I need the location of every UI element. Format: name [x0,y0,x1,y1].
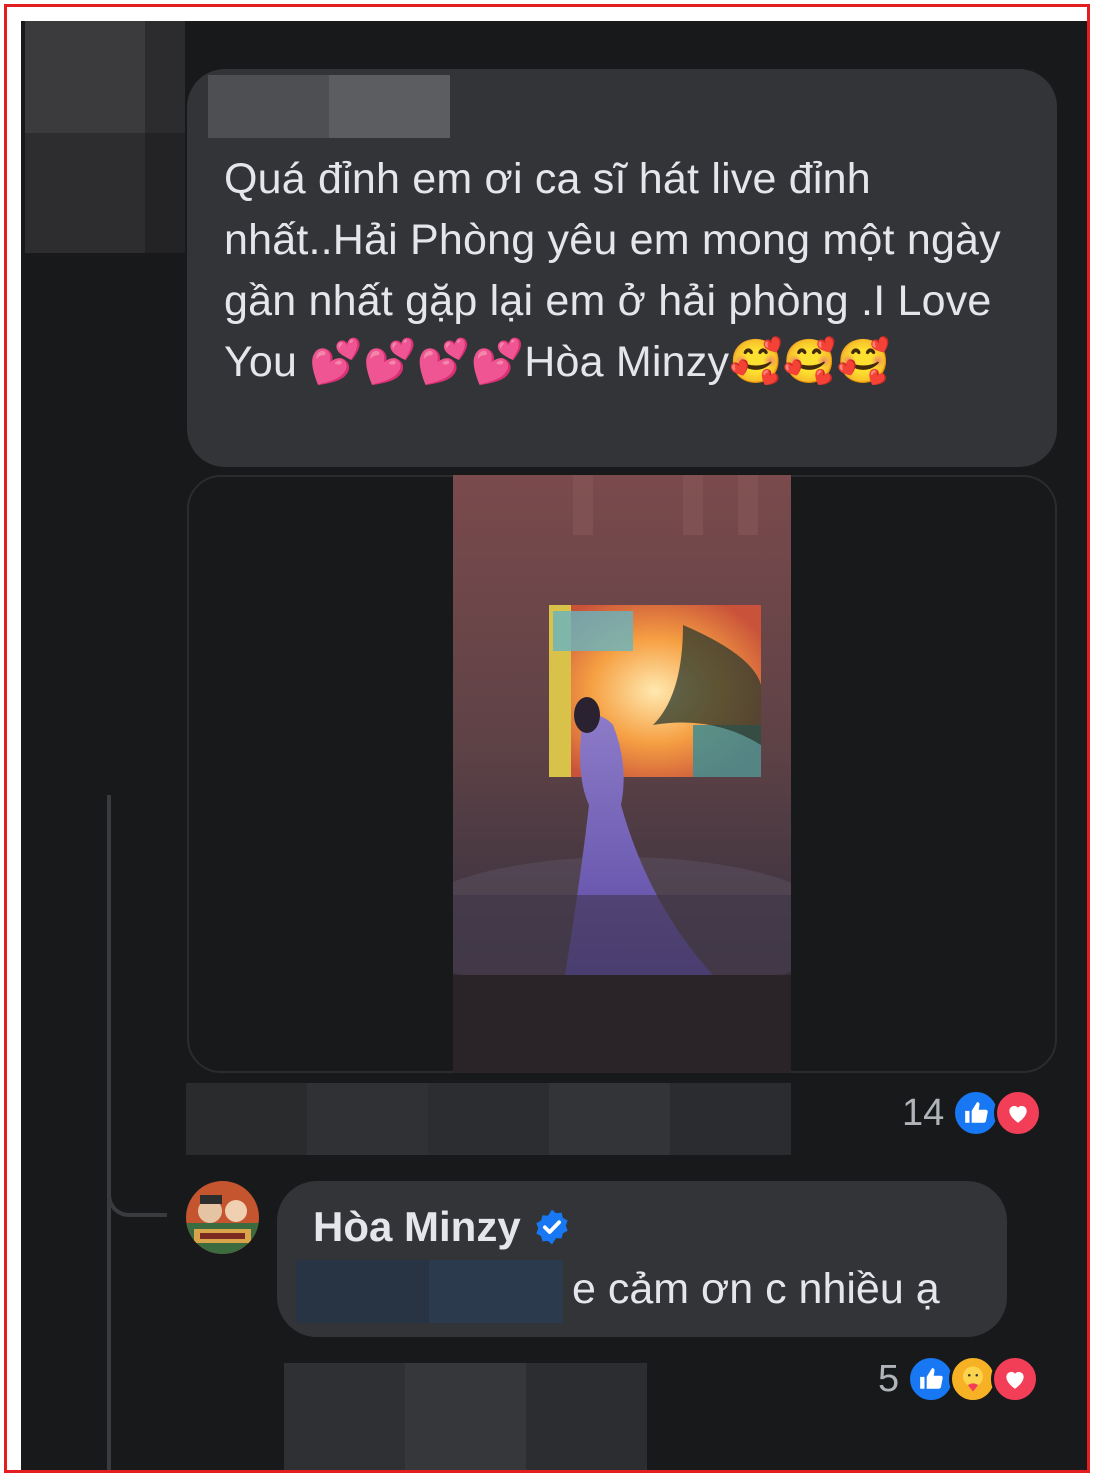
image-frame: Quá đỉnh em ơi ca sĩ hát live đỉnh nhất.… [4,4,1090,1473]
reaction-count: 5 [878,1357,900,1400]
author-name[interactable]: Hòa Minzy [313,1203,521,1251]
blurred-commenter-name [208,75,450,138]
comment-thread: Quá đỉnh em ơi ca sĩ hát live đỉnh nhất.… [21,21,1087,1470]
love-icon [991,1355,1040,1403]
reply-text: e cảm ơn c nhiều ạ [572,1265,940,1313]
comment-reactions[interactable]: 14 [902,1089,1043,1137]
reply-author[interactable]: Hòa Minzy [313,1203,571,1251]
verified-badge-icon [536,1209,568,1245]
blurred-reply-actions [284,1363,647,1470]
thread-line [107,795,111,1470]
comment-text: Quá đỉnh em ơi ca sĩ hát live đỉnh nhất.… [224,155,1001,386]
like-icon [907,1355,956,1403]
avatar[interactable] [186,1181,259,1254]
concert-photo[interactable] [453,475,791,1073]
blurred-mention [296,1260,563,1323]
love-icon [994,1089,1043,1137]
thread-branch [107,1181,167,1217]
care-icon [949,1355,998,1403]
reaction-count: 14 [902,1091,945,1134]
reply-reactions[interactable]: 5 [878,1355,1040,1403]
like-icon [952,1089,1001,1137]
blurred-avatar [25,21,185,253]
blurred-comment-actions [186,1083,791,1155]
